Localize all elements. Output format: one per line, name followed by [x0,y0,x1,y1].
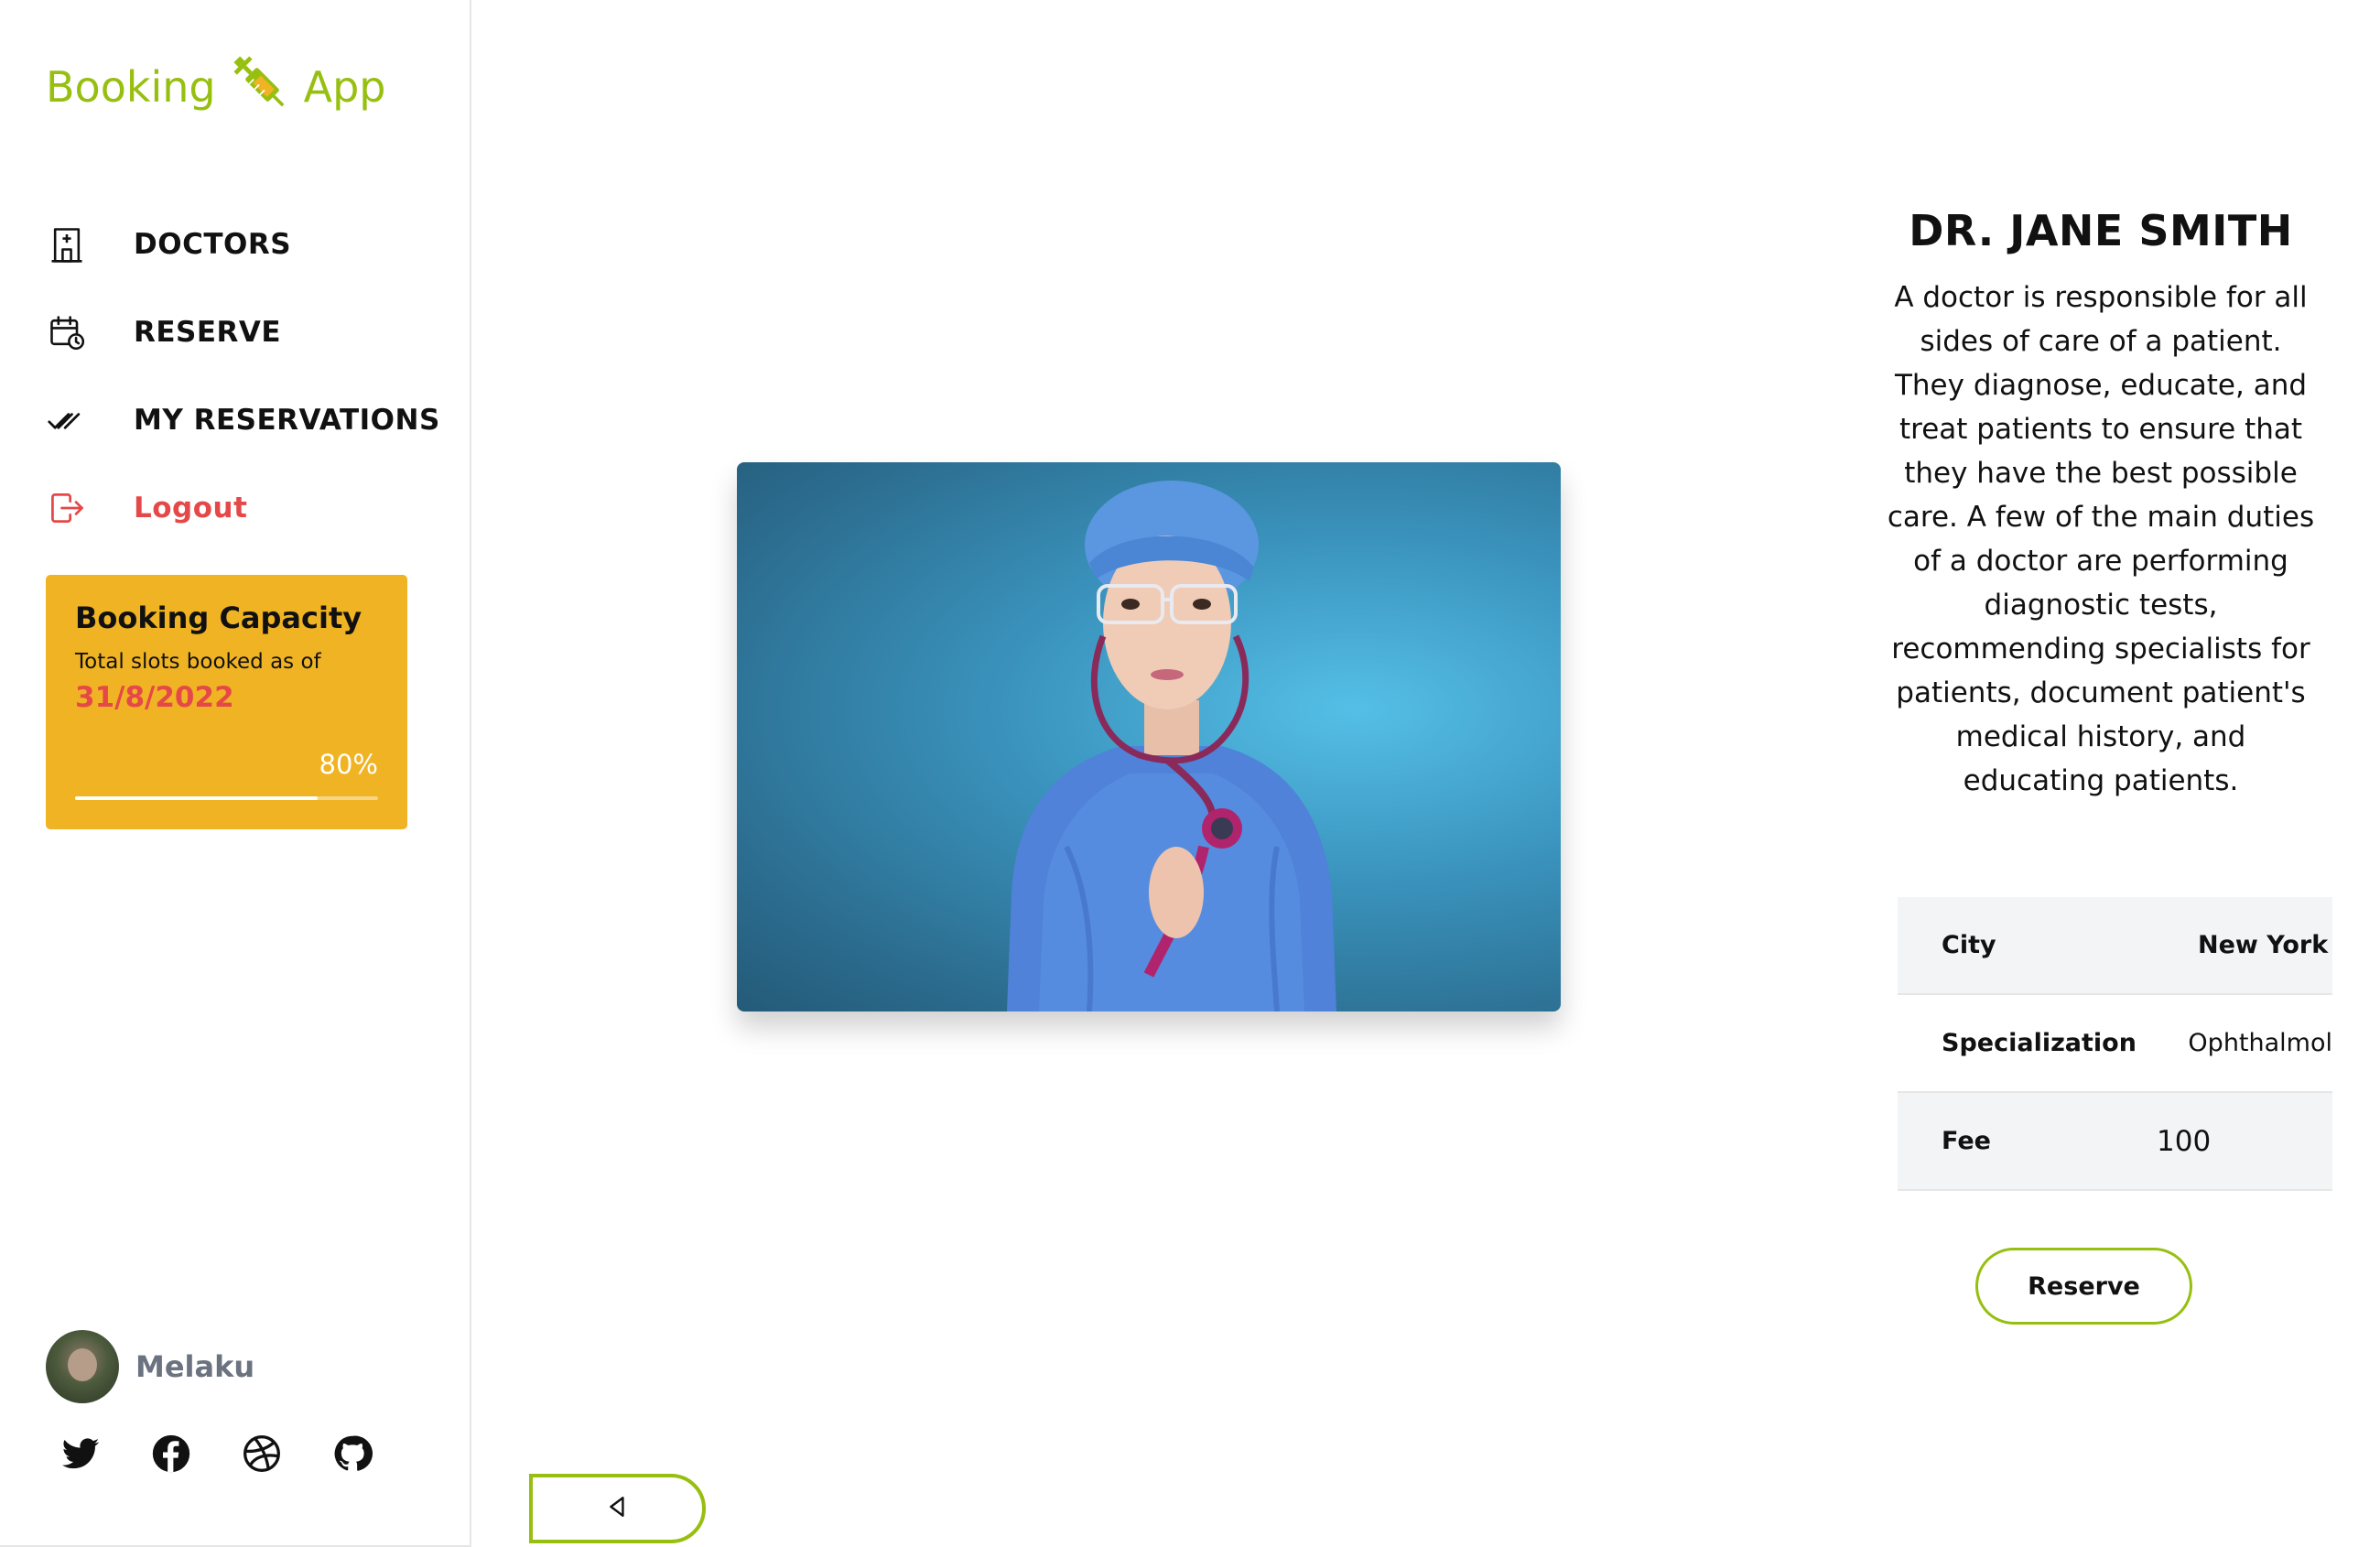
booking-capacity-card: Booking Capacity Total slots booked as o… [46,575,407,829]
nav-label-doctors: DOCTORS [134,228,292,261]
nav-label-my-reservations: MY RESERVATIONS [134,404,440,437]
sidebar: Booking App DOCTORS RESERVE MY RESERVATI… [0,0,471,1547]
back-button[interactable] [529,1474,706,1543]
syringe-icon [225,48,295,127]
reserve-button[interactable]: Reserve [1975,1248,2192,1325]
avatar [46,1330,119,1403]
social-links [60,1433,373,1475]
info-value-city: New York [2198,931,2329,959]
user-name: Melaku [135,1349,255,1384]
double-check-icon [46,399,88,441]
nav-item-my-reservations[interactable]: MY RESERVATIONS [46,394,449,447]
nav-item-reserve[interactable]: RESERVE [46,306,449,359]
app-logo[interactable]: Booking App [46,50,386,124]
calendar-clock-icon [46,311,88,353]
github-icon[interactable] [331,1433,373,1475]
hospital-icon [46,223,88,265]
triangle-left-icon [606,1495,630,1522]
logo-text-left: Booking [46,62,216,112]
capacity-progress-track [75,796,378,800]
nav-item-doctors[interactable]: DOCTORS [46,218,449,271]
logo-text-right: App [303,62,386,112]
capacity-progress-fill [75,796,318,800]
dribbble-icon[interactable] [241,1433,283,1475]
capacity-percent: 80% [319,749,378,780]
nav-item-logout[interactable]: Logout [46,481,449,535]
doctor-details: DR. JANE SMITH A doctor is responsible f… [1867,206,2334,803]
user-profile[interactable]: Melaku [46,1330,254,1403]
nav-label-logout: Logout [134,492,248,525]
facebook-icon[interactable] [150,1433,192,1475]
capacity-title: Booking Capacity [75,600,362,635]
info-value-fee: 100 [2157,1124,2212,1158]
twitter-icon[interactable] [60,1433,102,1475]
nav-label-reserve: RESERVE [134,316,282,349]
doctor-info-table: City New York Specialization Ophthalmol … [1898,897,2332,1191]
info-key-city: City [1942,931,1996,959]
table-row: Fee 100 [1898,1093,2332,1191]
main-nav: DOCTORS RESERVE MY RESERVATIONS Logout [46,218,449,569]
table-row: Specialization Ophthalmol [1898,995,2332,1093]
logout-icon [46,487,88,529]
doctor-name: DR. JANE SMITH [1909,206,2293,255]
table-row: City New York [1898,897,2332,995]
doctor-description: A doctor is responsible for all sides of… [1887,281,2315,797]
doctor-photo [737,462,1561,1012]
info-value-specialization: Ophthalmol [2188,1029,2332,1057]
info-key-specialization: Specialization [1942,1029,2137,1057]
capacity-subtitle: Total slots booked as of [75,650,321,674]
capacity-date: 31/8/2022 [75,681,234,714]
